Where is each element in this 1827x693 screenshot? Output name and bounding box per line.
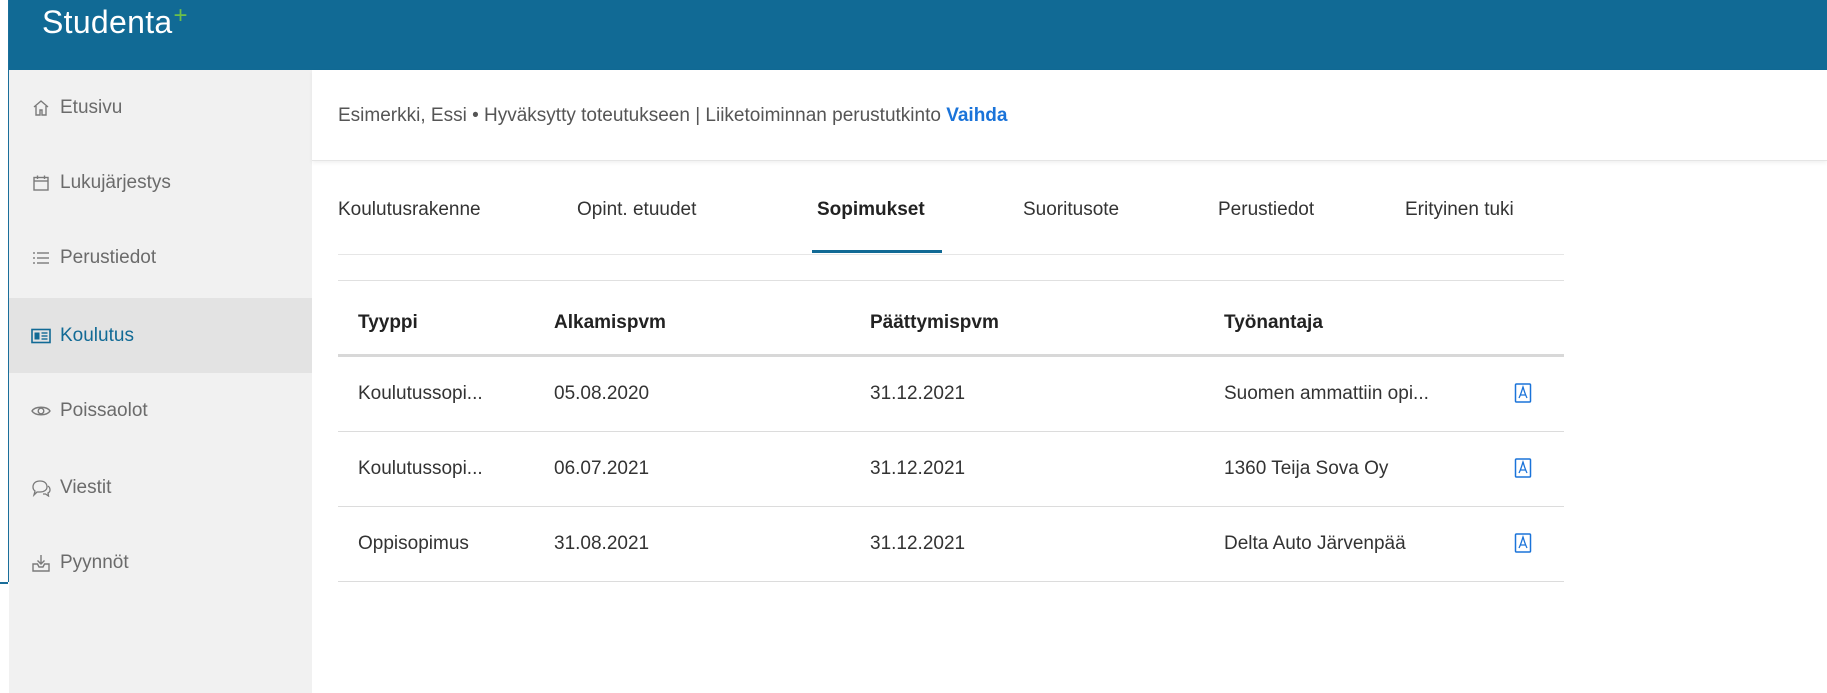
column-header-tyyppi[interactable]: Tyyppi — [358, 312, 418, 334]
active-tab-indicator — [812, 250, 942, 253]
app-header: Studenta+ — [9, 0, 1827, 70]
sidebar-item-label: Viestit — [60, 476, 112, 498]
sidebar-item-lukujarjestys[interactable]: Lukujärjestys — [9, 145, 312, 220]
tab-erityinen-tuki[interactable]: Erityinen tuki — [1405, 199, 1514, 221]
divider — [338, 254, 1564, 255]
cell-paattymispvm: 31.12.2021 — [870, 533, 966, 554]
cell-paattymispvm: 31.12.2021 — [870, 383, 966, 404]
sidebar-item-viestit[interactable]: Viestit — [9, 450, 312, 525]
student-summary: Esimerkki, Essi • Hyväksytty toteutuksee… — [338, 105, 941, 126]
sidebar-item-pyynnot[interactable]: Pyynnöt — [9, 525, 312, 600]
sidebar-item-etusivu[interactable]: Etusivu — [9, 70, 312, 145]
cell-alkamispvm: 06.07.2021 — [554, 458, 650, 479]
cell-tyonantaja: 1360 Teija Sova Oy — [1224, 458, 1389, 479]
eye-icon — [30, 400, 52, 422]
student-info-bar: Esimerkki, Essi • Hyväksytty toteutuksee… — [312, 70, 1827, 161]
home-icon — [30, 97, 52, 119]
sidebar-item-koulutus[interactable]: Koulutus — [9, 298, 312, 373]
list-icon — [30, 247, 52, 269]
column-header-tyonantaja[interactable]: Työnantaja — [1224, 312, 1323, 334]
cell-tyyppi: Koulutussopi... — [358, 383, 483, 404]
calendar-icon — [30, 172, 52, 194]
column-header-paattymispvm[interactable]: Päättymispvm — [870, 312, 999, 334]
tab-perustiedot[interactable]: Perustiedot — [1218, 199, 1314, 221]
sidebar-item-label: Koulutus — [60, 324, 134, 346]
app-logo[interactable]: Studenta+ — [42, 2, 188, 41]
cell-paattymispvm: 31.12.2021 — [870, 458, 966, 479]
column-header-alkamispvm[interactable]: Alkamispvm — [554, 312, 666, 334]
sidebar-item-label: Lukujärjestys — [60, 171, 171, 193]
cell-alkamispvm: 31.08.2021 — [554, 533, 650, 554]
sidebar-item-label: Etusivu — [60, 96, 123, 118]
tab-suoritusote[interactable]: Suoritusote — [1023, 199, 1119, 221]
table-row[interactable]: Oppisopimus 31.08.2021 31.12.2021 Delta … — [338, 507, 1564, 582]
logo-text: Studenta — [42, 4, 173, 40]
cell-tyyppi: Koulutussopi... — [358, 458, 483, 479]
table-top-border — [338, 280, 1564, 281]
pdf-icon[interactable] — [1514, 533, 1532, 553]
sidebar-item-poissaolot[interactable]: Poissaolot — [9, 373, 312, 448]
sidebar-item-label: Pyynnöt — [60, 551, 129, 573]
pdf-icon[interactable] — [1514, 458, 1532, 478]
student-info: Esimerkki, Essi • Hyväksytty toteutuksee… — [338, 105, 1007, 127]
sidebar-item-label: Perustiedot — [60, 246, 157, 268]
cell-tyyppi: Oppisopimus — [358, 533, 469, 554]
logo-plus: + — [173, 2, 188, 29]
sidebar: Etusivu Lukujärjestys Perustiedot Koulut… — [9, 70, 312, 693]
sidebar-item-perustiedot[interactable]: Perustiedot — [9, 220, 312, 295]
table-row[interactable]: Koulutussopi... 05.08.2020 31.12.2021 Su… — [338, 357, 1564, 432]
sidebar-item-label: Poissaolot — [60, 399, 148, 421]
cell-tyonantaja: Delta Auto Järvenpää — [1224, 533, 1406, 554]
change-student-link[interactable]: Vaihda — [946, 105, 1007, 126]
window-edge-tick — [0, 582, 8, 584]
pdf-icon[interactable] — [1514, 383, 1532, 403]
tab-koulutusrakenne[interactable]: Koulutusrakenne — [338, 199, 481, 221]
id-card-icon — [30, 325, 52, 347]
cell-tyonantaja: Suomen ammattiin opi... — [1224, 383, 1429, 404]
inbox-icon — [30, 552, 52, 574]
cell-alkamispvm: 05.08.2020 — [554, 383, 650, 404]
tab-opint-etuudet[interactable]: Opint. etuudet — [577, 199, 696, 221]
tab-sopimukset[interactable]: Sopimukset — [817, 199, 925, 221]
table-row[interactable]: Koulutussopi... 06.07.2021 31.12.2021 13… — [338, 432, 1564, 507]
chat-icon — [30, 477, 52, 499]
tab-bar: Koulutusrakenne Opint. etuudet Sopimukse… — [312, 160, 1827, 256]
